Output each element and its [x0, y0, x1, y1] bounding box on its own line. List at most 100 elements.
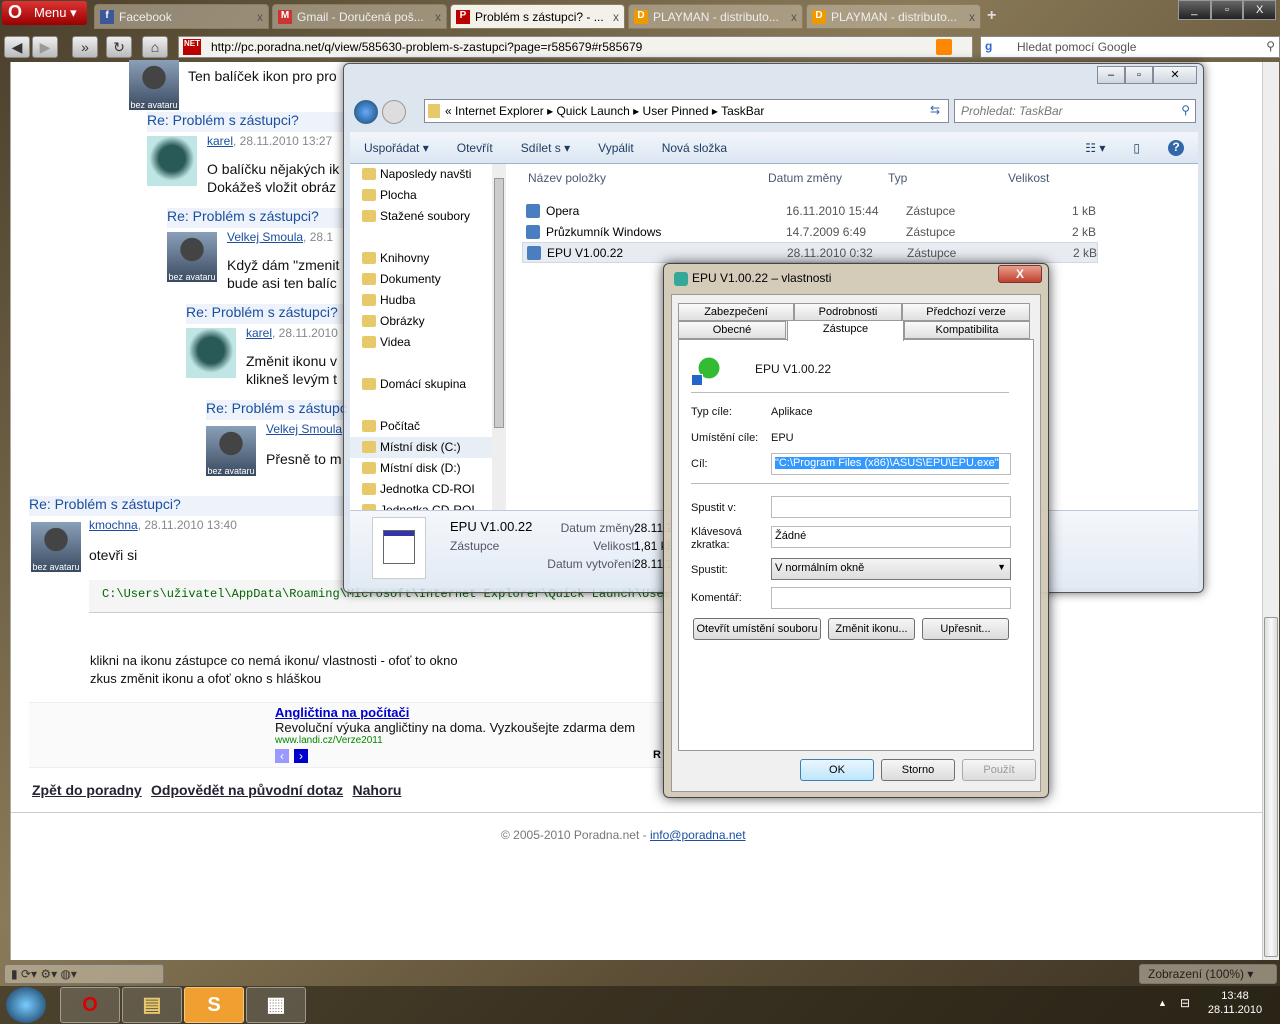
tab-previous-versions[interactable]: Předchozí verze: [902, 303, 1030, 321]
breadcrumb-item[interactable]: TaskBar: [721, 104, 764, 118]
run-select[interactable]: V normálním okně ▼: [771, 558, 1011, 580]
back-to-forum-link[interactable]: Zpět do poradny: [32, 782, 142, 798]
tab-playman-1[interactable]: D PLAYMAN - distributo... x: [628, 4, 803, 29]
start-button[interactable]: [6, 987, 46, 1023]
nav-item[interactable]: Jednotka CD-ROI: [350, 500, 504, 510]
file-row[interactable]: Opera 16.11.2010 15:44 Zástupce 1 kB: [522, 200, 1098, 221]
nav-item[interactable]: Jednotka CD-ROI: [350, 479, 504, 500]
post-title[interactable]: Re: Problém s zástupci?: [186, 304, 347, 324]
reload-button[interactable]: ↻: [106, 36, 132, 58]
author-link[interactable]: Velkej Smoula: [227, 230, 303, 244]
address-breadcrumb[interactable]: « Internet Explorer ▸ Quick Launch ▸ Use…: [424, 99, 949, 123]
taskbar-epu[interactable]: ▦: [246, 987, 306, 1023]
taskbar-opera[interactable]: O: [60, 987, 120, 1023]
network-icon[interactable]: ⊟: [1180, 996, 1190, 1010]
nav-item[interactable]: Domácí skupina: [350, 374, 504, 395]
change-icon-button[interactable]: Změnit ikonu...: [828, 618, 915, 640]
tab-security[interactable]: Zabezpečení: [678, 303, 794, 321]
ad-next-button[interactable]: ›: [294, 749, 308, 763]
ok-button[interactable]: OK: [800, 759, 874, 781]
status-tools[interactable]: ▮ ⟳▾ ⚙▾ ◍▾: [4, 964, 164, 984]
home-button[interactable]: ⌂: [142, 36, 168, 58]
close-button[interactable]: ✕: [1153, 66, 1197, 84]
author-link[interactable]: Velkej Smoula: [266, 422, 342, 436]
minimize-button[interactable]: _: [1178, 0, 1211, 20]
post-title[interactable]: Re: Problém s zástupc: [206, 400, 347, 420]
author-link[interactable]: karel: [246, 326, 272, 340]
ad-report[interactable]: R: [653, 749, 661, 761]
breadcrumb-item[interactable]: Quick Launch: [556, 104, 629, 118]
ad-prev-button[interactable]: ‹: [275, 749, 289, 763]
nav-item[interactable]: Videa: [350, 332, 504, 353]
author-link[interactable]: kmochna: [89, 518, 138, 532]
opera-menu-button[interactable]: O Menu ▾: [2, 1, 87, 25]
column-size[interactable]: Velikost: [1008, 171, 1088, 185]
breadcrumb-item[interactable]: User Pinned: [643, 104, 709, 118]
clock[interactable]: 13:48 28.11.2010: [1200, 990, 1270, 1016]
comment-input[interactable]: [771, 587, 1011, 609]
post-title[interactable]: Re: Problém s zástupci?: [29, 496, 349, 516]
maximize-button[interactable]: ▫: [1125, 66, 1153, 84]
tray-expand-icon[interactable]: ▲: [1158, 998, 1167, 1008]
close-tab-icon[interactable]: x: [791, 10, 797, 24]
refresh-button[interactable]: ⇆: [924, 103, 946, 123]
zoom-button[interactable]: Zobrazení (100%) ▾: [1139, 964, 1277, 984]
new-folder-button[interactable]: Nová složka: [662, 141, 727, 155]
column-type[interactable]: Typ: [888, 171, 1008, 185]
forward-button[interactable]: [382, 100, 406, 124]
close-tab-icon[interactable]: x: [435, 10, 441, 24]
tab-shortcut[interactable]: Zástupce: [787, 320, 904, 341]
reply-link[interactable]: Odpovědět na původní dotaz: [151, 782, 343, 798]
nav-item[interactable]: Stažené soubory: [350, 206, 504, 227]
organize-button[interactable]: Uspořádat ▾: [364, 141, 429, 155]
back-button[interactable]: ◀: [4, 36, 30, 58]
close-tab-icon[interactable]: x: [969, 10, 975, 24]
ad-url[interactable]: www.landi.cz/Verze2011: [275, 735, 383, 746]
page-scrollbar[interactable]: [1262, 62, 1279, 960]
nav-item[interactable]: Plocha: [350, 185, 504, 206]
forward-button[interactable]: ▶: [32, 36, 58, 58]
burn-button[interactable]: Vypálit: [598, 141, 634, 155]
open-file-location-button[interactable]: Otevřít umístění souboru: [693, 618, 821, 640]
close-tab-icon[interactable]: x: [257, 10, 263, 24]
tab-facebook[interactable]: f Facebook x: [94, 4, 269, 29]
rss-icon[interactable]: [936, 39, 952, 55]
tab-details[interactable]: Podrobnosti: [794, 303, 902, 321]
column-name[interactable]: Název položky: [506, 171, 768, 185]
address-bar[interactable]: NET http://pc.poradna.net/q/view/585630-p…: [178, 36, 973, 58]
ad-title-link[interactable]: Angličtina na počítači: [275, 705, 409, 720]
nav-item[interactable]: Počítač: [350, 416, 504, 437]
tab-general[interactable]: Obecné: [678, 321, 786, 339]
maximize-button[interactable]: ▫: [1210, 0, 1244, 20]
advanced-button[interactable]: Upřesnit...: [922, 618, 1009, 640]
start-in-input[interactable]: [771, 496, 1011, 518]
column-date[interactable]: Datum změny: [768, 171, 888, 185]
breadcrumb-item[interactable]: Internet Explorer: [455, 104, 544, 118]
scrollbar-thumb[interactable]: [1264, 617, 1278, 957]
open-button[interactable]: Otevřít: [457, 141, 493, 155]
author-link[interactable]: karel: [207, 134, 233, 148]
minimize-button[interactable]: –: [1097, 66, 1125, 84]
apply-button[interactable]: Použít: [962, 759, 1036, 781]
help-icon[interactable]: ?: [1168, 139, 1184, 156]
close-button[interactable]: X: [998, 265, 1042, 283]
post-title[interactable]: Re: Problém s zástupci?: [167, 208, 347, 228]
share-button[interactable]: Sdílet s ▾: [521, 141, 570, 155]
close-button[interactable]: X: [1243, 0, 1277, 20]
close-tab-icon[interactable]: x: [613, 10, 619, 24]
new-tab-button[interactable]: +: [987, 7, 996, 25]
nav-item[interactable]: Hudba: [350, 290, 504, 311]
tab-playman-2[interactable]: D PLAYMAN - distributo... x: [806, 4, 981, 29]
nav-item[interactable]: Obrázky: [350, 311, 504, 332]
cancel-button[interactable]: Storno: [881, 759, 955, 781]
target-input[interactable]: "C:\Program Files (x86)\ASUS\EPU\EPU.exe…: [771, 453, 1011, 475]
top-link[interactable]: Nahoru: [352, 782, 401, 798]
shortcut-key-input[interactable]: Žádné: [771, 526, 1011, 548]
nav-scrollbar[interactable]: [492, 164, 506, 510]
nav-item[interactable]: Dokumenty: [350, 269, 504, 290]
back-button[interactable]: [354, 100, 378, 124]
email-link[interactable]: info@poradna.net: [650, 828, 746, 842]
taskbar-explorer[interactable]: ▤: [122, 987, 182, 1023]
nav-item[interactable]: Místní disk (C:): [350, 437, 504, 458]
nav-item[interactable]: Naposledy navšti: [350, 164, 504, 185]
